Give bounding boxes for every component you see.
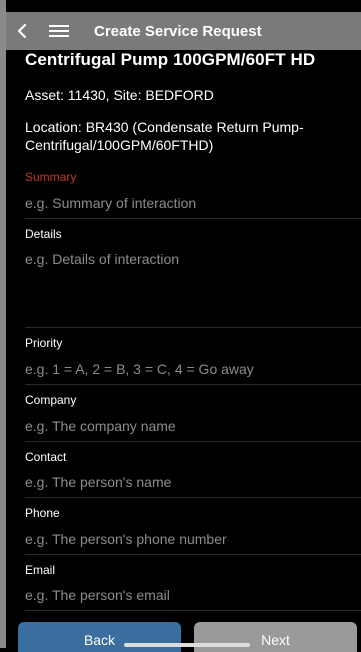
phone-label: Phone [25, 506, 60, 520]
company-divider [25, 441, 361, 442]
details-divider [25, 327, 361, 328]
left-edge [0, 0, 6, 648]
summary-input[interactable]: e.g. Summary of interaction [25, 195, 345, 211]
phone-divider [25, 554, 361, 555]
priority-input[interactable]: e.g. 1 = A, 2 = B, 3 = C, 4 = Go away [25, 361, 345, 377]
contact-divider [25, 497, 361, 498]
summary-divider [25, 218, 361, 219]
asset-title: Centrifugal Pump 100GPM/60FT HD [25, 50, 316, 69]
asset-site-text: Asset: 11430, Site: BEDFORD [25, 87, 214, 103]
app-screen: Create Service Request Centrifugal Pump … [0, 0, 361, 652]
email-input[interactable]: e.g. The person's email [25, 587, 345, 603]
page-title: Create Service Request [94, 22, 262, 40]
summary-label: Summary [25, 170, 77, 184]
priority-divider [25, 384, 361, 385]
details-input[interactable]: e.g. Details of interaction [25, 251, 345, 326]
email-label: Email [25, 563, 56, 577]
contact-label: Contact [25, 450, 67, 464]
contact-input[interactable]: e.g. The person's name [25, 474, 345, 490]
hamburger-menu-icon[interactable] [42, 12, 76, 50]
email-divider [25, 610, 361, 611]
back-arrow-icon[interactable] [6, 12, 38, 50]
home-indicator [124, 643, 250, 647]
top-bar: Create Service Request [6, 12, 361, 50]
asset-info: Centrifugal Pump 100GPM/60FT HD Asset: 1… [25, 48, 361, 154]
priority-label: Priority [25, 336, 63, 350]
company-label: Company [25, 393, 77, 407]
location-text: Location: BR430 (Condensate Return Pump-… [25, 119, 304, 153]
details-label: Details [25, 227, 62, 241]
phone-input[interactable]: e.g. The person's phone number [25, 531, 345, 547]
company-input[interactable]: e.g. The company name [25, 418, 345, 434]
